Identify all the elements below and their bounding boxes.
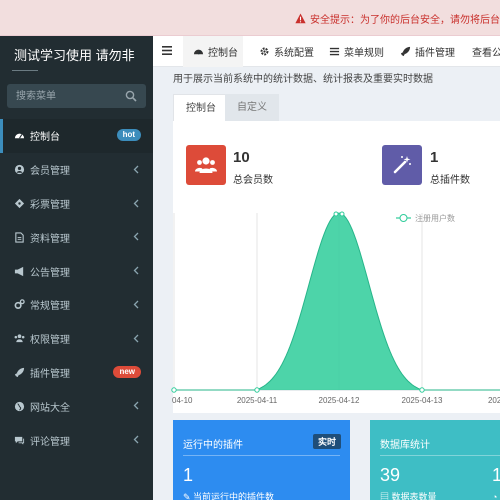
chevron-left-icon (133, 266, 139, 275)
menu-search-input[interactable] (7, 84, 117, 108)
chevron-left-icon (133, 165, 139, 174)
chevron-left-icon (133, 199, 139, 208)
pie-icon: ◔ (492, 492, 500, 500)
database-stats-card: 数据库统计 39 1ME ▤ 数据表数量◔ 占用 (370, 420, 500, 500)
main-content: 用于展示当前系统中的统计数据、统计报表及重要实时数据 控制台 自定义 10 总会… (153, 67, 500, 500)
sidebar-item-label: 公告管理 (30, 267, 70, 279)
list-icon (329, 46, 340, 57)
group-icon (13, 333, 25, 345)
sidebar-item-label: 控制台 (30, 132, 60, 144)
top-nav-label: 控制台 (208, 48, 238, 59)
storage-footer: ◔ 占用 (492, 490, 500, 500)
top-nav-item-0[interactable]: 控制台 (183, 36, 243, 67)
cogs-icon (13, 299, 25, 311)
sidebar-item-3[interactable]: 资料管理 (0, 220, 153, 254)
data-point (339, 211, 345, 217)
sidebar-item-5[interactable]: 常规管理 (0, 288, 153, 322)
warning-icon (295, 13, 306, 24)
gear-icon (259, 46, 270, 57)
new-badge: new (113, 365, 141, 378)
x-tick-label: 2025-04-12 (319, 396, 360, 405)
top-nav-label: 插件管理 (415, 48, 455, 59)
table-count: 39 (380, 465, 401, 485)
security-alert: 安全提示：为了你的后台安全，请勿将后台 (295, 11, 500, 26)
globe-icon (13, 400, 25, 412)
menu-search (7, 84, 146, 108)
comments-icon (13, 434, 25, 446)
top-nav-label: 查看公 (472, 48, 500, 59)
x-tick-label: 2025-04-13 (402, 396, 443, 405)
hamburger-menu-icon[interactable] (162, 46, 172, 55)
rocket-icon (400, 46, 411, 57)
running-plugins-count: 1 (183, 465, 194, 485)
chevron-left-icon (133, 232, 139, 241)
sidebar-item-2[interactable]: 彩票管理 (0, 187, 153, 221)
top-navbar: 控制台 系统配置 菜单规则 插件管理 查看公 (153, 36, 500, 67)
top-nav-item-2[interactable]: 菜单规则 (319, 36, 384, 67)
legend-label: 注册用户数 (415, 213, 455, 223)
sidebar-item-label: 会员管理 (30, 166, 70, 178)
sidebar-item-8[interactable]: 网站大全 (0, 389, 153, 423)
data-point (333, 211, 339, 217)
data-point (254, 387, 260, 393)
sidebar-item-label: 常规管理 (30, 301, 70, 313)
brand-divider (12, 70, 38, 71)
top-nav-label: 菜单规则 (344, 48, 384, 59)
sidebar-item-label: 评论管理 (30, 436, 70, 448)
series-area (174, 213, 500, 390)
sidebar: 测试学习使用 请勿非 控制台 hot 会员管理彩票管理资料管理公告管理常规管理权限管… (0, 36, 153, 500)
file-icon (13, 231, 25, 243)
sidebar-item-1[interactable]: 会员管理 (0, 153, 153, 187)
sidebar-item-label: 插件管理 (30, 368, 70, 380)
sidebar-item-label: 权限管理 (30, 335, 70, 347)
top-nav-item-3[interactable]: 插件管理 (390, 36, 456, 67)
search-icon[interactable] (125, 90, 137, 102)
ticket-icon (13, 197, 25, 209)
chevron-left-icon (133, 401, 139, 410)
dashboard-icon (193, 46, 204, 57)
sidebar-item-0[interactable]: 控制台 hot (0, 119, 153, 153)
realtime-badge: 实时 (312, 434, 341, 449)
security-alert-bar: 安全提示：为了你的后台安全，请勿将后台 (0, 0, 500, 36)
chevron-left-icon (133, 300, 139, 309)
running-plugins-card: 运行中的插件 实时 1 ✎ 当前运行中的插件数 (173, 420, 350, 500)
top-nav-label: 系统配置 (274, 48, 314, 59)
sidebar-item-6[interactable]: 权限管理 (0, 322, 153, 356)
running-plugins-title: 运行中的插件 (183, 440, 243, 451)
rocket-icon (13, 366, 25, 378)
security-alert-text: 安全提示：为了你的后台安全，请勿将后台 (310, 15, 500, 26)
dashboard-icon (13, 130, 25, 142)
registered-users-chart: 04-10 2025-04-11 2025-04-12 2025-04-13 2025-… (171, 211, 500, 405)
data-point (171, 387, 177, 393)
card-divider (380, 455, 500, 456)
chevron-left-icon (133, 334, 139, 343)
database-icon: ▤ (380, 492, 392, 500)
x-tick-label: 04-10 (172, 396, 193, 405)
top-nav-item-1[interactable]: 系统配置 (249, 36, 314, 67)
card-divider (183, 455, 340, 456)
database-footer: ▤ 数据表数量◔ 占用 (380, 490, 500, 500)
hot-badge: hot (116, 129, 141, 141)
running-plugins-footer: ✎ 当前运行中的插件数 (183, 492, 275, 500)
database-stats-title: 数据库统计 (380, 440, 430, 451)
sidebar-menu: 控制台 hot 会员管理彩票管理资料管理公告管理常规管理权限管理插件管理 new 网站大… (0, 119, 153, 457)
legend-marker (399, 214, 408, 222)
storage-size: 1ME (492, 465, 500, 485)
magic-icon: ✎ (183, 492, 194, 500)
chevron-left-icon (133, 435, 139, 444)
sidebar-item-7[interactable]: 插件管理 new (0, 356, 153, 390)
top-nav-item-4[interactable]: 查看公 (462, 36, 500, 67)
sidebar-item-9[interactable]: 评论管理 (0, 423, 153, 457)
brand-title[interactable]: 测试学习使用 请勿非 (0, 36, 153, 74)
sidebar-item-label: 彩票管理 (30, 199, 70, 211)
data-point (419, 387, 425, 393)
x-tick-label: 2025-04- (488, 396, 500, 405)
sidebar-item-label: 资料管理 (30, 233, 70, 245)
sidebar-item-label: 网站大全 (30, 402, 70, 414)
bullhorn-icon (13, 265, 25, 277)
sidebar-item-4[interactable]: 公告管理 (0, 254, 153, 288)
user-circle-icon (13, 164, 25, 176)
x-tick-label: 2025-04-11 (237, 396, 278, 405)
